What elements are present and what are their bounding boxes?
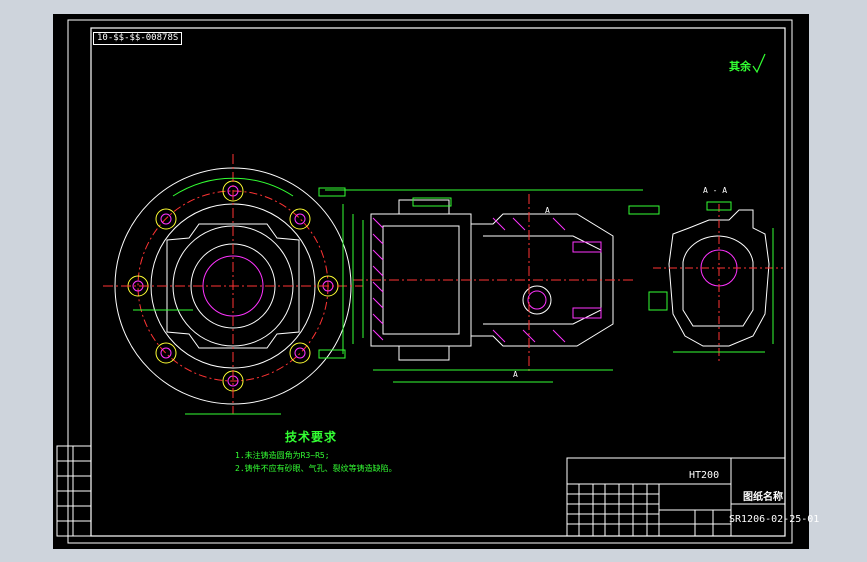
sheet-inner-border xyxy=(90,27,786,537)
drawing-canvas xyxy=(56,19,793,544)
technical-requirements-title: 技术要求 xyxy=(285,430,338,444)
technical-requirement-item: 2.铸件不应有砂眼、气孔、裂纹等铸造缺陷。 xyxy=(235,464,397,473)
title-block-material: HT200 xyxy=(689,470,720,481)
section-a-a-view xyxy=(648,201,783,364)
section-mark-bottom: A xyxy=(513,370,518,379)
section-a-a-label: A - A xyxy=(703,186,728,195)
title-block-drawing-name: 图纸名称 xyxy=(743,492,783,503)
roughness-symbol xyxy=(752,53,766,74)
section-mark-top: A xyxy=(545,206,550,215)
left-stamp-block xyxy=(56,445,92,537)
roughness-note: 其余 xyxy=(729,60,751,73)
bolt-hole xyxy=(289,208,311,230)
side-section-view xyxy=(318,187,660,383)
front-view xyxy=(103,154,363,415)
drawing-code-tag: 10-$$-$$-00878S xyxy=(93,32,183,45)
cad-viewport[interactable]: 10-$$-$$-00878S 其余 A - A A A 技术要求 1.未注铸造… xyxy=(53,14,819,549)
bolt-hole xyxy=(155,342,177,364)
title-block-drawing-number: SR1206-02-25-01 xyxy=(729,514,820,525)
bolt-hole xyxy=(289,342,311,364)
technical-requirement-item: 1.未注铸造圆角为R3~R5; xyxy=(235,451,330,460)
